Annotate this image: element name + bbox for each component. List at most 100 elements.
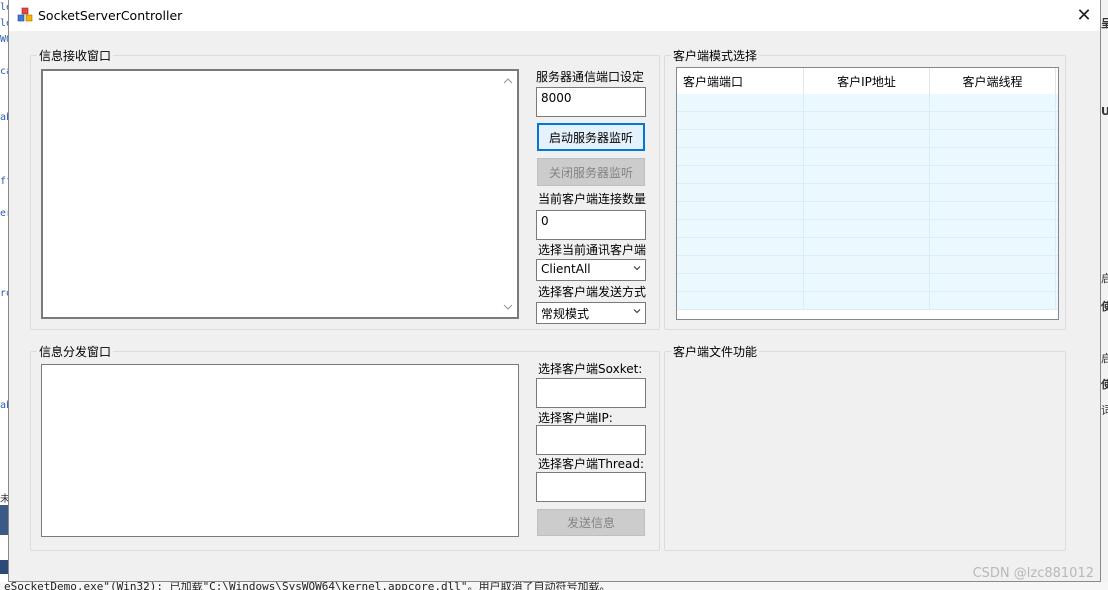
bg-fragment: ab — [0, 400, 8, 411]
send-mode-label: 选择客户端发送方式 — [538, 285, 647, 299]
table-cell — [677, 112, 804, 129]
column-header-thread[interactable]: 客户端线程 — [930, 68, 1056, 94]
title-bar[interactable]: SocketServerController ✕ — [9, 0, 1100, 31]
send-mode-value: 常规模式 — [541, 307, 590, 321]
table-row[interactable] — [677, 112, 1058, 130]
client-count-input[interactable]: 0 — [536, 210, 646, 240]
table-cell — [677, 220, 804, 237]
table-cell — [804, 202, 930, 219]
output-text: eSocketDemo.exe"(Win32): 已加载"C:\Windows\… — [4, 582, 611, 590]
socket-input[interactable] — [536, 378, 646, 408]
close-button[interactable]: ✕ — [1068, 0, 1100, 31]
bg-fragment: ro — [0, 288, 8, 299]
table-cell — [804, 112, 930, 129]
table-cell — [677, 292, 804, 309]
select-client-combo[interactable]: ClientAll — [536, 259, 646, 281]
table-row[interactable] — [677, 184, 1058, 202]
receive-textarea[interactable] — [41, 69, 519, 319]
port-input[interactable]: 8000 — [536, 87, 646, 117]
table-row[interactable] — [677, 166, 1058, 184]
bg-fragment: le — [0, 18, 8, 29]
table-cell — [804, 274, 930, 291]
close-icon: ✕ — [1076, 5, 1092, 26]
table-row[interactable] — [677, 148, 1058, 166]
table-cell — [930, 238, 1056, 255]
send-message-button[interactable]: 发送信息 — [537, 509, 645, 536]
bg-fragment: 使 — [1101, 300, 1108, 313]
app-window: SocketServerController ✕ 信息接收窗口 服务器通信端口设… — [8, 0, 1101, 582]
ip-input[interactable] — [536, 425, 646, 455]
port-label: 服务器通信端口设定 — [536, 70, 645, 84]
send-mode-combo[interactable]: 常规模式 — [536, 302, 646, 324]
background-ide-left: le le WO ca ab ff er ro ab 未 — [0, 0, 8, 590]
table-cell — [930, 94, 1056, 111]
table-cell — [677, 238, 804, 255]
table-cell — [930, 256, 1056, 273]
thread-input[interactable] — [536, 472, 646, 502]
table-cell — [804, 94, 930, 111]
table-cell — [930, 184, 1056, 201]
thread-label: 选择客户端Thread: — [538, 457, 645, 471]
table-cell — [930, 202, 1056, 219]
table-cell — [804, 220, 930, 237]
start-listen-button[interactable]: 启动服务器监听 — [537, 123, 645, 151]
table-row[interactable] — [677, 202, 1058, 220]
table-cell — [677, 202, 804, 219]
table-cell — [930, 166, 1056, 183]
table-cell — [804, 292, 930, 309]
table-header: 客户端端口 客户IP地址 客户端线程 — [677, 68, 1058, 94]
column-header-port[interactable]: 客户端端口 — [677, 68, 804, 94]
send-group-title: 信息分发窗口 — [37, 343, 114, 360]
bg-fragment: 使 — [1101, 378, 1108, 391]
bg-band — [0, 560, 8, 574]
table-row[interactable] — [677, 94, 1058, 112]
scroll-up-icon[interactable] — [503, 77, 513, 85]
bg-fragment: 启 — [1101, 272, 1108, 285]
bg-fragment: 词 — [1101, 404, 1108, 417]
select-client-label: 选择当前通讯客户端 — [538, 243, 647, 257]
ip-label: 选择客户端IP: — [538, 411, 613, 425]
table-cell — [677, 94, 804, 111]
client-table[interactable]: 客户端端口 客户IP地址 客户端线程 — [676, 67, 1059, 320]
bg-fragment: 启 — [1101, 352, 1108, 365]
client-file-group: 客户端文件功能 — [664, 343, 1066, 551]
chevron-down-icon — [633, 309, 641, 314]
scroll-down-icon[interactable] — [503, 303, 513, 311]
bg-fragment: ab — [0, 112, 8, 123]
bg-band — [0, 505, 8, 535]
table-cell — [930, 112, 1056, 129]
table-row[interactable] — [677, 256, 1058, 274]
bg-fragment: ca — [0, 66, 8, 77]
send-textarea[interactable] — [41, 364, 519, 537]
window-title: SocketServerController — [38, 8, 183, 23]
table-cell — [930, 148, 1056, 165]
table-cell — [677, 130, 804, 147]
select-client-value: ClientAll — [541, 262, 591, 276]
table-cell — [804, 256, 930, 273]
bg-fragment: 呈 — [1101, 17, 1108, 30]
table-row[interactable] — [677, 238, 1058, 256]
table-cell — [930, 220, 1056, 237]
bg-fragment: le — [0, 2, 8, 13]
table-cell — [677, 148, 804, 165]
table-row[interactable] — [677, 130, 1058, 148]
bg-fragment: er — [0, 208, 8, 219]
table-row[interactable] — [677, 292, 1058, 310]
table-cell — [677, 274, 804, 291]
table-cell — [930, 292, 1056, 309]
bg-fragment: WO — [0, 34, 8, 45]
watermark: CSDN @lzc881012 — [972, 566, 1094, 581]
background-output-line: eSocketDemo.exe"(Win32): 已加载"C:\Windows\… — [0, 582, 1108, 590]
table-body — [677, 94, 1058, 310]
column-header-ip[interactable]: 客户IP地址 — [804, 68, 930, 94]
receive-group-title: 信息接收窗口 — [37, 47, 114, 64]
stop-listen-button[interactable]: 关闭服务器监听 — [537, 158, 645, 186]
table-row[interactable] — [677, 220, 1058, 238]
table-cell — [677, 166, 804, 183]
socket-label: 选择客户端Soxket: — [538, 362, 643, 376]
client-count-label: 当前客户端连接数量 — [538, 192, 647, 206]
bg-fragment: U — [1101, 105, 1108, 118]
table-row[interactable] — [677, 274, 1058, 292]
receive-scrollbar[interactable] — [501, 73, 515, 315]
table-cell — [804, 130, 930, 147]
